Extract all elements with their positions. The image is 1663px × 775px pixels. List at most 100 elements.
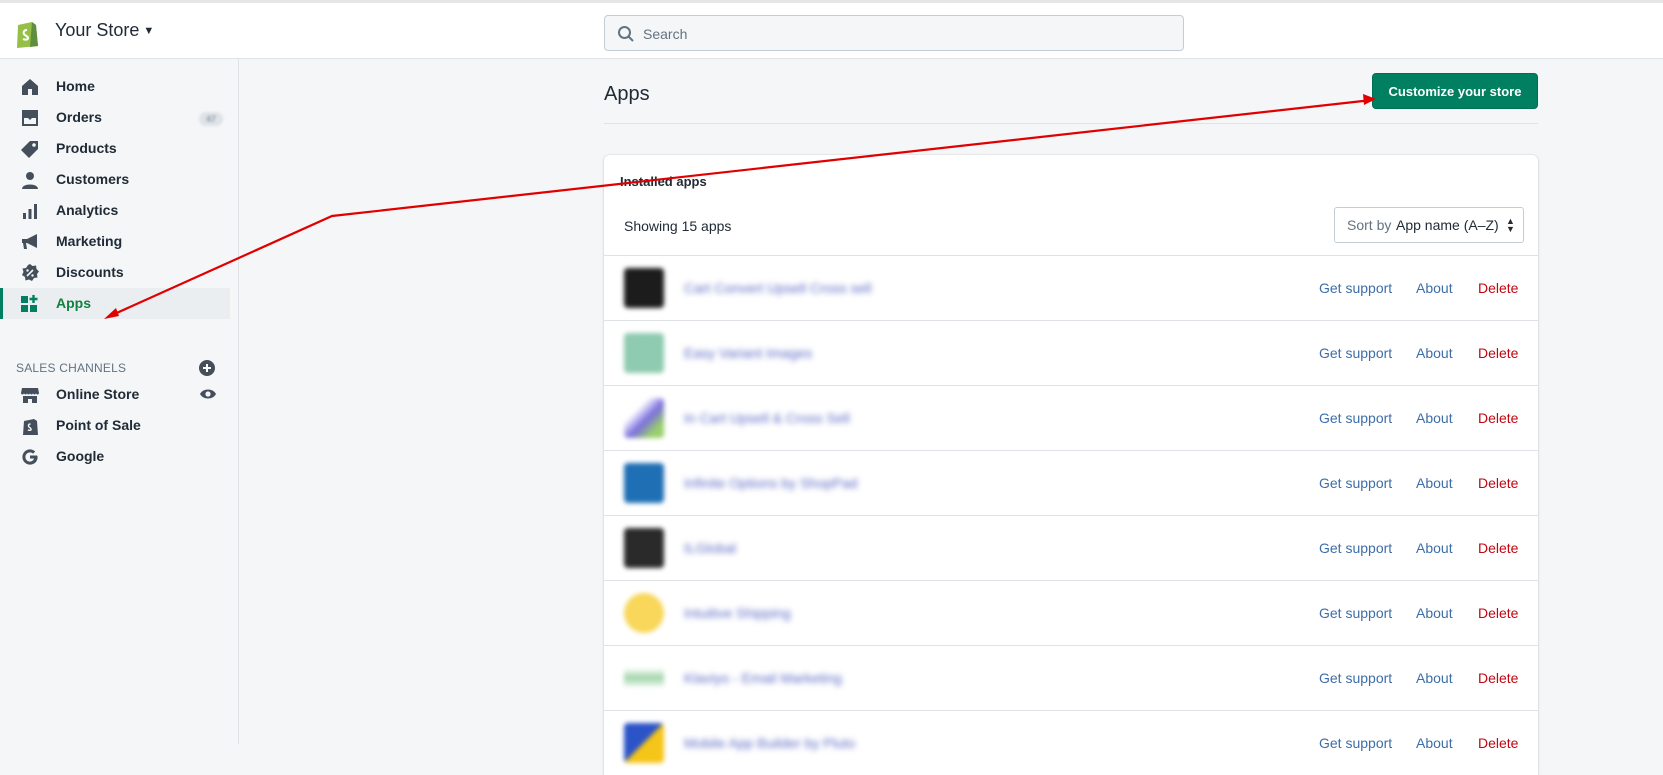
sidebar-item-products[interactable]: Products <box>0 133 230 164</box>
sales-channels-heading: SALES CHANNELS <box>16 361 127 375</box>
app-name-link[interactable]: Intuitive Shipping <box>684 605 791 621</box>
get-support-link[interactable]: Get support <box>1319 280 1392 296</box>
get-support-link[interactable]: Get support <box>1319 475 1392 491</box>
discount-icon <box>22 264 39 281</box>
about-link[interactable]: About <box>1416 280 1453 296</box>
sort-select[interactable]: Sort by App name (A–Z) ▲ ▼ <box>1334 207 1524 243</box>
get-support-link[interactable]: Get support <box>1319 540 1392 556</box>
about-link[interactable]: About <box>1416 670 1453 686</box>
page-title: Apps <box>604 83 650 105</box>
app-name-link[interactable]: Easy Variant Images <box>684 345 812 361</box>
get-support-link[interactable]: Get support <box>1319 735 1392 751</box>
get-support-link[interactable]: Get support <box>1319 345 1392 361</box>
person-icon <box>22 172 38 189</box>
app-row: ILGlobal Get support About Delete <box>604 515 1538 580</box>
sidebar-item-point-of-sale[interactable]: Point of Sale <box>0 410 230 441</box>
about-link[interactable]: About <box>1416 475 1453 491</box>
app-name-link[interactable]: ILGlobal <box>684 540 736 556</box>
orders-count-badge: 47 <box>199 112 223 126</box>
app-row: Cart Convert Upsell Cross sell Get suppo… <box>604 255 1538 320</box>
get-support-link[interactable]: Get support <box>1319 670 1392 686</box>
caret-down-icon: ▼ <box>143 24 155 37</box>
sidebar: Home Orders 47 Products Customers Analyt… <box>0 59 239 744</box>
sidebar-item-label: Products <box>56 140 117 156</box>
app-icon <box>624 528 664 568</box>
sidebar-item-label: Marketing <box>56 233 123 249</box>
get-support-link[interactable]: Get support <box>1319 605 1392 621</box>
bar-chart-icon <box>23 204 37 219</box>
sidebar-item-label: Analytics <box>56 202 119 218</box>
about-link[interactable]: About <box>1416 605 1453 621</box>
sidebar-item-google[interactable]: Google <box>0 441 230 472</box>
sidebar-item-marketing[interactable]: Marketing <box>0 226 230 257</box>
active-indicator <box>0 288 3 319</box>
app-row: Mobile App Builder by Pluto Get support … <box>604 710 1538 775</box>
sidebar-item-label: Google <box>56 448 105 464</box>
sort-arrows-icon: ▲ ▼ <box>1506 216 1515 234</box>
about-link[interactable]: About <box>1416 410 1453 426</box>
about-link[interactable]: About <box>1416 735 1453 751</box>
sidebar-item-orders[interactable]: Orders 47 <box>0 102 230 133</box>
sidebar-item-label: Home <box>56 78 95 94</box>
delete-link[interactable]: Delete <box>1478 540 1518 556</box>
shopify-logo-icon[interactable] <box>14 18 40 48</box>
sidebar-item-apps[interactable]: Apps <box>0 288 230 319</box>
installed-apps-card: Installed apps Showing 15 apps Sort by A… <box>604 155 1538 775</box>
delete-link[interactable]: Delete <box>1478 280 1518 296</box>
sidebar-item-home[interactable]: Home <box>0 71 230 102</box>
add-sales-channel-icon[interactable] <box>199 360 215 376</box>
delete-link[interactable]: Delete <box>1478 345 1518 361</box>
delete-link[interactable]: Delete <box>1478 605 1518 621</box>
sidebar-item-label: Discounts <box>56 264 124 280</box>
app-icon <box>624 398 664 438</box>
apps-count: Showing 15 apps <box>624 218 732 234</box>
sort-label: Sort by <box>1347 217 1392 233</box>
about-link[interactable]: About <box>1416 345 1453 361</box>
delete-link[interactable]: Delete <box>1478 670 1518 686</box>
home-icon <box>22 79 38 95</box>
apps-icon <box>21 295 38 312</box>
sidebar-item-discounts[interactable]: Discounts <box>0 257 230 288</box>
card-title: Installed apps <box>620 174 707 189</box>
search-bar[interactable] <box>604 15 1184 52</box>
search-input[interactable] <box>641 16 1165 52</box>
tag-icon <box>21 141 38 158</box>
app-row: Infinite Options by ShopPad Get support … <box>604 450 1538 515</box>
app-name-link[interactable]: Cart Convert Upsell Cross sell <box>684 280 872 296</box>
app-name-link[interactable]: In Cart Upsell & Cross Sell <box>684 410 850 426</box>
delete-link[interactable]: Delete <box>1478 410 1518 426</box>
sidebar-item-label: Point of Sale <box>56 417 141 433</box>
delete-link[interactable]: Delete <box>1478 735 1518 751</box>
eye-icon[interactable] <box>199 387 217 401</box>
app-row: Klaviyo - Email Marketing Get support Ab… <box>604 645 1538 710</box>
app-icon <box>624 593 664 633</box>
app-icon <box>624 463 664 503</box>
sidebar-item-online-store[interactable]: Online Store <box>0 379 230 410</box>
app-name-link[interactable]: Klaviyo - Email Marketing <box>684 670 842 686</box>
app-name-link[interactable]: Infinite Options by ShopPad <box>684 475 858 491</box>
apps-list: Cart Convert Upsell Cross sell Get suppo… <box>604 255 1538 775</box>
title-divider <box>604 123 1538 124</box>
app-row: Easy Variant Images Get support About De… <box>604 320 1538 385</box>
app-row: Intuitive Shipping Get support About Del… <box>604 580 1538 645</box>
sidebar-item-label: Orders <box>56 109 102 125</box>
customize-store-button[interactable]: Customize your store <box>1372 73 1538 109</box>
sort-value: App name (A–Z) <box>1396 217 1499 233</box>
store-name: Your Store <box>55 20 140 40</box>
google-icon <box>22 449 38 465</box>
store-switcher[interactable]: Your Store ▼ <box>55 20 154 41</box>
app-icon <box>624 723 664 763</box>
app-name-link[interactable]: Mobile App Builder by Pluto <box>684 735 855 751</box>
sidebar-item-customers[interactable]: Customers <box>0 164 230 195</box>
get-support-link[interactable]: Get support <box>1319 410 1392 426</box>
top-bar: Your Store ▼ <box>0 0 1663 59</box>
app-icon <box>624 268 664 308</box>
about-link[interactable]: About <box>1416 540 1453 556</box>
sidebar-item-label: Apps <box>56 295 91 311</box>
sidebar-item-analytics[interactable]: Analytics <box>0 195 230 226</box>
app-icon <box>624 658 664 698</box>
delete-link[interactable]: Delete <box>1478 475 1518 491</box>
pos-bag-icon <box>23 419 38 435</box>
orders-icon <box>22 110 38 126</box>
megaphone-icon <box>22 234 37 249</box>
